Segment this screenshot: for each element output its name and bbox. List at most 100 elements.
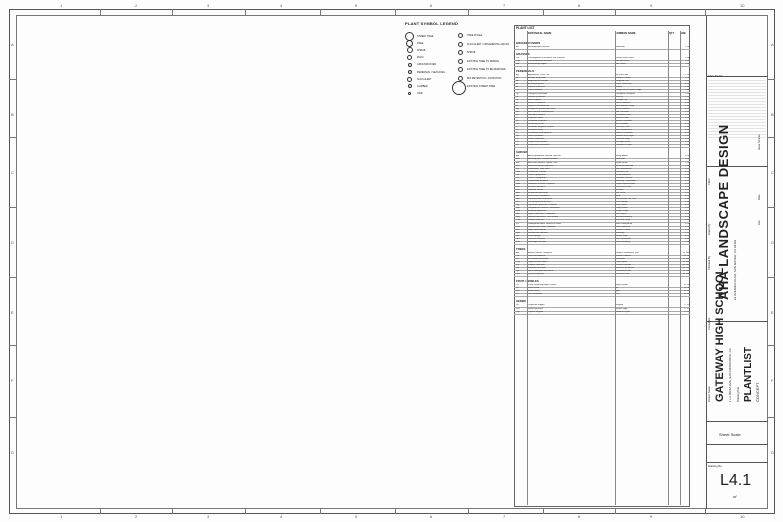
key-plan-label: KEY PLAN [708,74,723,78]
date-label: Date [758,194,761,200]
legend-symbol-icon [458,50,463,55]
project-name-label: Project Name [708,386,711,402]
grid-tick [320,9,321,15]
legend-title: PLANT SYMBOL LEGEND [405,21,459,26]
grid-row-label: G [771,450,775,455]
grid-tick [543,9,544,15]
grid-tick [705,509,706,514]
grid-tick [320,509,321,514]
grid-column-label: 9 [650,3,653,8]
sheet-scale-label: Sheet Scale [719,432,741,437]
legend-label: EXISTING TREE TO BE REMOVED [467,68,506,71]
grid-tick [100,9,101,15]
legend-symbol-icon [458,33,463,38]
legend-label: SUCCULENT / ORNAMENTAL GRASS [467,42,509,46]
grid-tick [768,277,775,278]
legend-label: BIO-RETENTION / FILTRATION [467,76,502,80]
header-size: SIZE [680,32,686,35]
legend-symbol-icon [407,84,412,89]
grid-column-label: 4 [280,3,283,8]
row-divider [514,243,690,245]
grid-tick [100,509,101,514]
grid-tick [172,9,173,15]
grid-column-label: 9 [650,514,653,519]
legend-symbol-icon [458,58,463,64]
legend-label: EXISTING TREE TO REMAIN [467,59,500,63]
grid-tick [9,277,16,278]
column-divider [680,31,681,505]
grid-tick [615,509,616,514]
grid-tick [768,345,775,346]
plant-list-title: PLANT LIST [516,26,535,30]
grid-tick [768,207,775,208]
grid-tick [9,79,16,80]
legend-label: VINE [417,92,423,96]
grid-row-label: B [771,112,774,117]
drawing-no-label: Drawing No. [708,465,723,468]
grid-tick [245,9,246,15]
header-botanical: BOTANICAL NAME [528,32,552,35]
grid-tick [705,9,706,15]
consultant-label: Consultant [708,317,711,330]
drawn-by-label: Drawn By [708,223,711,235]
grid-tick [9,417,16,418]
row-divider [514,296,690,297]
grid-row-label: E [771,310,774,315]
grid-column-label: 2 [135,3,138,8]
row-divider [514,66,690,67]
grid-row-label: D [11,240,14,245]
drawing-sheet: 1 1 2 2 3 3 4 4 5 5 6 6 7 7 8 8 9 9 10 10 A A B B C C D D E E F F G G PLA… [0,0,783,522]
grid-column-label: 3 [207,514,210,519]
project-address: 1 LA ROSA AVE, SAN FRANCISCO, CA [728,348,732,402]
grid-row-label: F [11,378,14,383]
grid-column-label: 6 [430,3,433,8]
legend-label: SHRUB [417,48,426,52]
legend-label: TREE [417,41,424,45]
grid-row-label: C [771,170,774,175]
legend-symbol-icon [407,70,412,74]
plant-list-section-heading: GRASSES [516,52,530,57]
grid-row-label: G [11,450,15,455]
revision-label: Rev. [758,219,761,225]
grid-tick [615,9,616,15]
grid-column-label: 1 [60,3,63,8]
project-name: GATEWAY HIGH SCHOOL [714,267,726,402]
sheet-title: PLANTLIST [743,347,754,402]
grid-tick [395,9,396,15]
grid-column-label: 5 [355,3,358,8]
grid-tick [468,509,469,514]
grid-tick [768,417,775,418]
grid-column-label: 8 [578,514,581,519]
grid-tick [468,9,469,15]
plant-list-section-heading: PERENNIALS [516,69,535,74]
grid-column-label: 3 [207,3,210,8]
column-divider [527,31,528,505]
grid-column-label: 1 [60,514,63,519]
column-divider [668,31,669,505]
grid-column-label: 10 [740,514,745,519]
column-divider [615,31,616,505]
grid-row-label: A [771,42,774,47]
client-label: Client [708,178,711,185]
grid-tick [768,137,775,138]
legend-symbol-icon [406,47,413,54]
legend-symbol-icon [458,75,463,81]
grid-column-label: 4 [280,514,283,519]
grid-row-label: F [771,378,774,383]
grid-tick [172,509,173,514]
legend-symbol-icon [458,67,463,72]
grid-tick [245,509,246,514]
header-qty: QTY [669,32,675,35]
legend-symbol-icon [407,62,412,67]
row-divider [514,147,690,148]
legend-symbol-icon [452,81,466,95]
issue-notices-label: Issue Notices [758,134,761,150]
grid-tick [543,509,544,514]
drawing-number: L4.1 [720,472,752,489]
plant-list-section-heading: GROUNDCOVERS [516,41,541,45]
firm-address: 22 AVENIDA OLIVA, SAN MATEO, CA 94403 [733,239,737,300]
grid-tick [768,79,775,80]
grid-row-label: A [11,42,14,47]
grid-column-label: 6 [430,514,433,519]
grid-column-label: 7 [503,3,506,8]
